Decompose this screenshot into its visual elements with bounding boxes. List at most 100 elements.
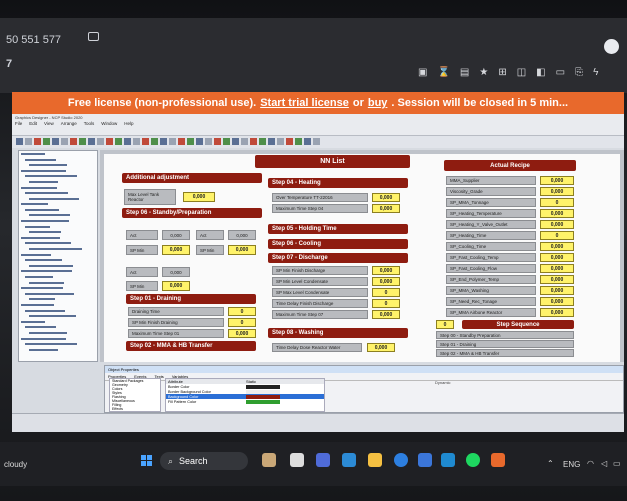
- max-time-step01-value[interactable]: 0,000: [228, 329, 256, 338]
- discharge-row-value[interactable]: 0,000: [372, 266, 400, 275]
- hourglass-icon[interactable]: ⌛: [437, 67, 449, 78]
- toolbar-button-icon[interactable]: [268, 138, 275, 145]
- discharge-row-value[interactable]: 0: [372, 288, 400, 297]
- bolt-icon[interactable]: ϟ: [593, 67, 598, 78]
- toolbar-button-icon[interactable]: [196, 138, 203, 145]
- menu-item[interactable]: Tools: [84, 121, 95, 126]
- teams-icon[interactable]: [316, 453, 330, 467]
- browser-tab-title[interactable]: 50 551 577: [6, 34, 61, 46]
- menu-item[interactable]: Arrange: [61, 121, 77, 126]
- toolbar-button-icon[interactable]: [88, 138, 95, 145]
- active-app-icon[interactable]: [491, 453, 505, 467]
- recipe-row-value[interactable]: 0,000: [540, 187, 574, 196]
- toolbar-button-icon[interactable]: [169, 138, 176, 145]
- app-icon[interactable]: [418, 453, 432, 467]
- windows-start-icon[interactable]: [141, 455, 152, 466]
- toolbar-button-icon[interactable]: [304, 138, 311, 145]
- buy-link[interactable]: buy: [368, 97, 388, 109]
- chevron-up-icon[interactable]: ⌃: [547, 459, 554, 468]
- menu-item[interactable]: Help: [124, 121, 133, 126]
- recipe-row-value[interactable]: 0,000: [540, 209, 574, 218]
- toolbar-button-icon[interactable]: [286, 138, 293, 145]
- color-swatch[interactable]: [246, 384, 280, 389]
- toolbar-button-icon[interactable]: [52, 138, 59, 145]
- toolbar-button-icon[interactable]: [214, 138, 221, 145]
- trial-license-link[interactable]: Start trial license: [260, 97, 349, 109]
- window-icon[interactable]: [88, 32, 99, 41]
- toolbar-button-icon[interactable]: [25, 138, 32, 145]
- max-time-step04-value[interactable]: 0,000: [372, 204, 400, 213]
- discharge-row-value[interactable]: 0: [372, 299, 400, 308]
- toolbar-button-icon[interactable]: [124, 138, 131, 145]
- recipe-row-value[interactable]: 0,000: [540, 253, 574, 262]
- toolbar-button-icon[interactable]: [16, 138, 23, 145]
- extension-icon[interactable]: ⊞: [498, 67, 506, 78]
- recipe-row-value[interactable]: 0,000: [540, 264, 574, 273]
- recipe-row-value[interactable]: 0: [540, 198, 574, 207]
- toolbar-button-icon[interactable]: [160, 138, 167, 145]
- toolbar-button-icon[interactable]: [133, 138, 140, 145]
- reader-icon[interactable]: ▣: [418, 67, 427, 78]
- toolbar-button-icon[interactable]: [295, 138, 302, 145]
- toolbar-button-icon[interactable]: [79, 138, 86, 145]
- recipe-row-value[interactable]: 0: [540, 231, 574, 240]
- draining-time-value[interactable]: 0: [228, 307, 256, 316]
- toolbar-button-icon[interactable]: [313, 138, 320, 145]
- discharge-row-value[interactable]: 0,000: [372, 310, 400, 319]
- wifi-icon[interactable]: ◠: [587, 459, 594, 468]
- color-swatch[interactable]: [246, 394, 280, 399]
- toolbar-button-icon[interactable]: [43, 138, 50, 145]
- menu-item[interactable]: Edit: [29, 121, 37, 126]
- split-icon[interactable]: ◫: [517, 67, 526, 78]
- attribute-row[interactable]: Fill Pattern Color: [166, 399, 324, 404]
- toolbar-button-icon[interactable]: [70, 138, 77, 145]
- toolbar-button-icon[interactable]: [187, 138, 194, 145]
- sp-min-finish-draining-value[interactable]: 0: [228, 318, 256, 327]
- store-icon[interactable]: [342, 453, 356, 467]
- toolbar-button-icon[interactable]: [241, 138, 248, 145]
- toolbar-button-icon[interactable]: [205, 138, 212, 145]
- sidebar-icon[interactable]: ▭: [556, 67, 565, 78]
- toolbar-button-icon[interactable]: [250, 138, 257, 145]
- sp-min-value-1[interactable]: 0,000: [162, 245, 190, 255]
- toolbar-button-icon[interactable]: [34, 138, 41, 145]
- toolbar-button-icon[interactable]: [259, 138, 266, 145]
- tabs-icon[interactable]: ◧: [536, 67, 545, 78]
- toolbar-button-icon[interactable]: [223, 138, 230, 145]
- sp-min-value-3[interactable]: 0,000: [162, 281, 190, 291]
- menu-item[interactable]: File: [15, 121, 22, 126]
- language-indicator[interactable]: ENG: [563, 460, 580, 469]
- remote-icon[interactable]: [441, 453, 455, 467]
- property-categories[interactable]: Standard Packages Geometry Colors Styles Fla…: [109, 378, 161, 412]
- grid-icon[interactable]: ▤: [460, 67, 469, 78]
- toolbar-button-icon[interactable]: [142, 138, 149, 145]
- discharge-row-value[interactable]: 0,000: [372, 277, 400, 286]
- max-level-tank-value[interactable]: 0,000: [183, 192, 215, 202]
- recipe-row-value[interactable]: 0,000: [540, 286, 574, 295]
- property-category[interactable]: Effects: [110, 407, 160, 411]
- time-delay-dose-value[interactable]: 0,000: [367, 343, 395, 352]
- edge-icon[interactable]: [394, 453, 408, 467]
- explorer-icon[interactable]: [368, 453, 382, 467]
- color-swatch[interactable]: [246, 389, 280, 394]
- toolbar-button-icon[interactable]: [151, 138, 158, 145]
- widgets-icon[interactable]: [262, 453, 276, 467]
- toolbar-button-icon[interactable]: [115, 138, 122, 145]
- toolbar-button-icon[interactable]: [277, 138, 284, 145]
- tree-item[interactable]: [19, 347, 97, 353]
- recipe-row-value[interactable]: 0,000: [540, 297, 574, 306]
- over-temperature-value[interactable]: 0,000: [372, 193, 400, 202]
- recipe-row-value[interactable]: 0,000: [540, 308, 574, 317]
- toolbar-button-icon[interactable]: [61, 138, 68, 145]
- battery-icon[interactable]: ▭: [613, 459, 621, 468]
- spotify-icon[interactable]: [466, 453, 480, 467]
- menu-item[interactable]: Window: [101, 121, 117, 126]
- star-icon[interactable]: ★: [479, 67, 488, 78]
- menu-item[interactable]: View: [44, 121, 54, 126]
- recipe-row-value[interactable]: 0,000: [540, 220, 574, 229]
- volume-icon[interactable]: ◁: [601, 459, 607, 468]
- recipe-row-value[interactable]: 0,000: [540, 176, 574, 185]
- sp-min-value-2[interactable]: 0,000: [228, 245, 256, 255]
- recipe-row-value[interactable]: 0,000: [540, 275, 574, 284]
- taskbar-search[interactable]: ⌕ Search: [160, 452, 248, 470]
